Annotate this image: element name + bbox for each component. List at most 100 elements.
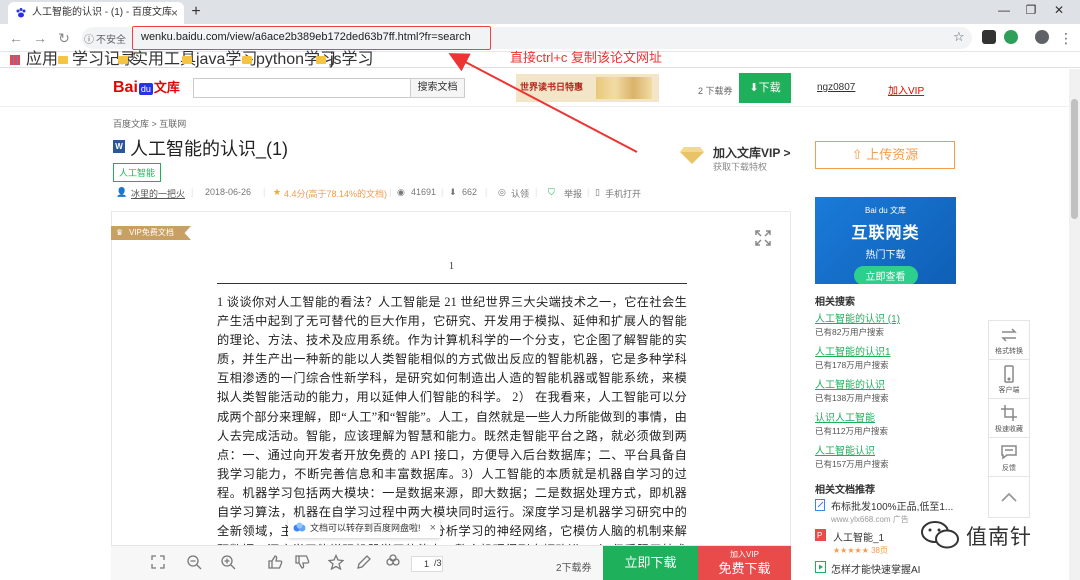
doc-meta-row: 👤 冰里的一把火 | 2018-06-26 | ★ 4.4分(高于78.14%的… (116, 187, 642, 200)
tool-label: 极速收藏 (995, 426, 1023, 433)
claim-link[interactable]: 认领 (511, 187, 529, 200)
save-to-netdisk-toast[interactable]: 文档可以转存到百度网盘啦! × (288, 518, 440, 538)
url-text[interactable]: wenku.baidu.com/view/a6ace2b389eb172ded6… (141, 31, 471, 43)
upload-button[interactable]: ⇧ 上传资源 (815, 141, 955, 169)
zoom-out-icon[interactable] (186, 554, 202, 570)
related-search-link[interactable]: 人工智能的认识 (1) (815, 310, 900, 325)
page-title: 人工智能的认识_(1) (130, 139, 289, 159)
menu-kebab-icon[interactable]: ⋮ (1058, 29, 1074, 47)
search-button[interactable]: 搜索文档 (411, 78, 465, 98)
client-app-tool[interactable]: 客户端 (988, 359, 1030, 401)
scrollbar-thumb[interactable] (1071, 99, 1078, 219)
maximize-icon[interactable]: ❐ (1020, 3, 1042, 17)
page-scrollbar[interactable] (1069, 69, 1080, 580)
crop-icon (1001, 405, 1017, 421)
download-label: 下载 (758, 82, 781, 94)
pdf-doc-icon: P (815, 529, 826, 541)
related-search-link[interactable]: 认识人工智能 (815, 409, 875, 424)
watermark: 值南针 (920, 517, 1060, 553)
related-search-count: 已有138万用户搜索 (815, 393, 889, 403)
recommend-item[interactable]: 人工智能_1 (833, 529, 884, 544)
sidebar-ad[interactable]: Bai du 文库 互联网类 热门下载 立即查看 (815, 197, 956, 284)
word-doc-icon: W (113, 140, 125, 153)
tab-close-icon[interactable]: × (171, 2, 178, 24)
recommend-item[interactable]: 怎样才能快速掌握AI (831, 561, 920, 576)
extension-icon[interactable] (982, 30, 996, 44)
related-search-link[interactable]: 人工智能的认识 (815, 376, 885, 391)
back-to-top-tool[interactable] (988, 476, 1030, 518)
doc-rating: 4.4分(高于78.14%的文档) (284, 189, 388, 199)
reload-icon[interactable]: ↻ (56, 29, 72, 47)
upload-icon: ⇧ (851, 147, 867, 162)
claim-icon: ◎ (498, 187, 506, 197)
toast-close-icon[interactable]: × (430, 518, 436, 538)
new-tab-button[interactable]: + (186, 2, 206, 22)
page-header-rule (217, 283, 687, 284)
bookmark-folder[interactable]: js学习 (316, 52, 374, 68)
profile-avatar-icon[interactable] (1035, 30, 1049, 44)
share-icon[interactable] (385, 554, 401, 570)
search-input[interactable] (193, 78, 411, 98)
bookmark-star-icon[interactable]: ☆ (953, 29, 965, 45)
folder-icon (118, 56, 128, 64)
doc-tag[interactable]: 人工智能 (113, 163, 162, 182)
related-search-count: 已有178万用户搜索 (815, 360, 889, 370)
video-doc-icon (815, 561, 826, 573)
expand-icon[interactable] (150, 554, 166, 570)
author-link[interactable]: 冰里的一把火 (131, 187, 185, 200)
toolbar-quota: 2下载券 (556, 563, 592, 574)
star-icon: ★ (273, 187, 282, 197)
edit-icon[interactable] (356, 554, 372, 570)
report-link[interactable]: 举报 (564, 187, 582, 200)
forward-icon[interactable]: → (32, 29, 48, 47)
breadcrumb[interactable]: 百度文库 > 互联网 (113, 117, 186, 130)
user-icon: 👤 (116, 187, 128, 197)
extension-icon[interactable] (1004, 30, 1018, 44)
security-label: 不安全 (96, 35, 126, 46)
mobile-open-link[interactable]: 手机打开 (605, 187, 641, 200)
tab-title: 人工智能的认识 - (1) - 百度文库 (32, 7, 172, 18)
thumbs-down-icon[interactable] (294, 554, 310, 570)
download-now-button[interactable]: 立即下载 (603, 546, 698, 580)
zoom-in-icon[interactable] (220, 554, 236, 570)
netdisk-cloud-icon (293, 522, 306, 532)
minimize-icon[interactable]: — (993, 3, 1015, 17)
security-indicator[interactable]: ⓘ 不安全 (82, 31, 126, 46)
wechat-logo-icon (921, 521, 959, 549)
header-ad-banner[interactable]: 世界读书日特惠 (516, 74, 659, 102)
convert-arrows-icon (1001, 328, 1017, 342)
folder-icon (316, 56, 326, 64)
sidebar-ad-button[interactable]: 立即查看 (853, 266, 918, 284)
info-icon: ⓘ (84, 35, 94, 46)
vip-free-top: 加入VIP (730, 550, 759, 559)
quick-collect-tool[interactable]: 极速收藏 (988, 398, 1030, 440)
vip-ribbon-label: VIP免费文档 (129, 228, 174, 237)
back-icon[interactable]: ← (8, 29, 24, 47)
shield-icon: ⛉ (548, 187, 555, 197)
upload-label: 上传资源 (866, 147, 919, 162)
view-count: 41691 (411, 187, 437, 197)
bookmark-apps[interactable]: 应用 (10, 52, 58, 68)
crown-icon: ♛ (116, 228, 124, 237)
header-download-button[interactable]: ⬇下载 (739, 73, 791, 103)
fullscreen-icon[interactable] (755, 230, 771, 246)
related-search-count: 已有112万用户搜索 (815, 426, 889, 436)
thumbs-up-icon[interactable] (267, 554, 283, 570)
join-vip-link[interactable]: 加入VIP (888, 82, 924, 97)
folder-icon (58, 56, 68, 64)
related-search-link[interactable]: 人工智能认识 (815, 442, 875, 457)
tool-label: 格式转换 (995, 348, 1023, 355)
vip-free-download-button[interactable]: 加入VIP 免费下载 (698, 546, 791, 580)
related-search-title: 相关搜索 (815, 297, 855, 308)
folder-icon (182, 56, 192, 64)
close-window-icon[interactable]: ✕ (1048, 3, 1070, 17)
related-search-link[interactable]: 人工智能的认识1 (815, 343, 891, 358)
phone-icon (1004, 365, 1014, 383)
recommend-item[interactable]: 布标批发100%正品,低至1... (831, 498, 953, 513)
baidu-wenku-logo[interactable]: Bai du 文库 (113, 77, 185, 99)
format-convert-tool[interactable]: 格式转换 (988, 320, 1030, 362)
star-outline-icon[interactable] (328, 554, 344, 570)
browser-tab[interactable]: 人工智能的认识 - (1) - 百度文库 × (8, 2, 184, 24)
feedback-tool[interactable]: 反馈 (988, 437, 1030, 479)
username-link[interactable]: ngz0807 (817, 82, 855, 93)
